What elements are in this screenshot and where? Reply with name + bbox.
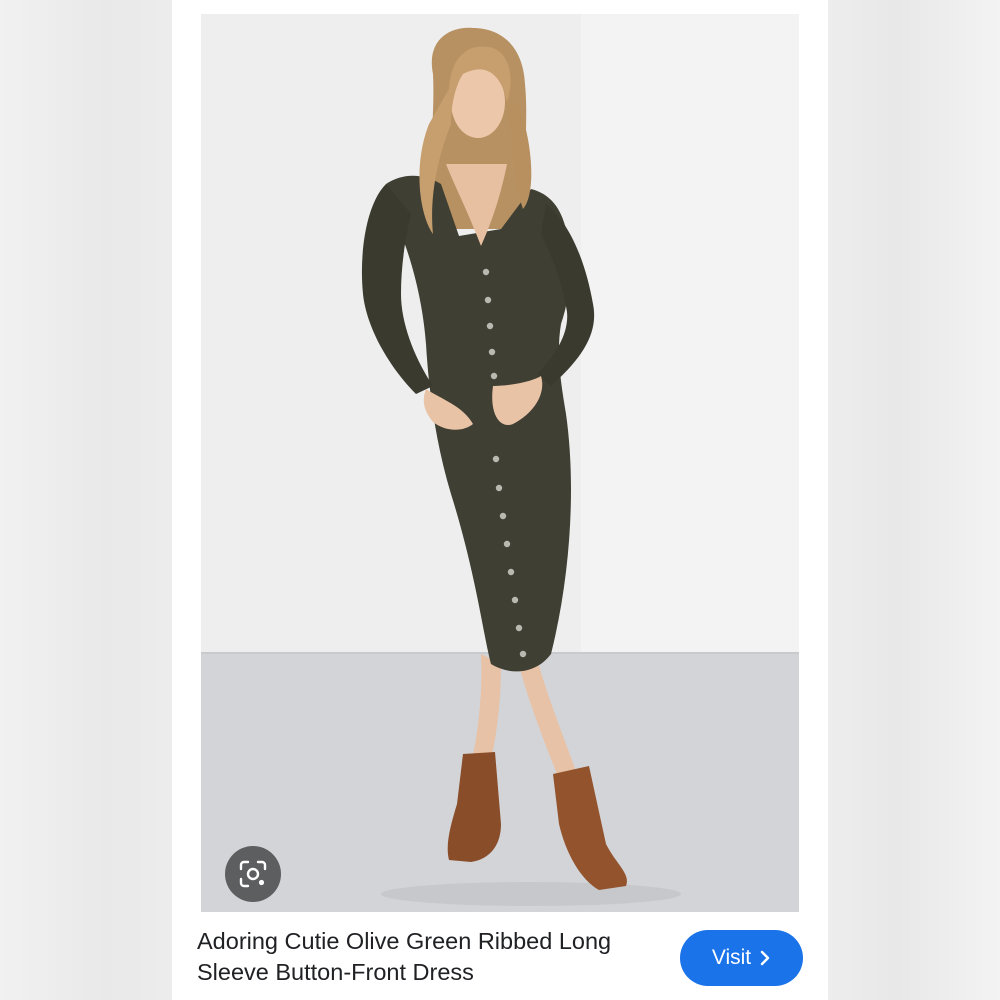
visual-search-button[interactable] xyxy=(225,846,281,902)
visit-label: Visit xyxy=(711,946,752,969)
image-preview-card: Adoring Cutie Olive Green Ribbed Long Sl… xyxy=(172,0,828,1000)
visual-search-icon xyxy=(239,860,267,888)
product-image[interactable] xyxy=(201,14,799,912)
product-title[interactable]: Adoring Cutie Olive Green Ribbed Long Sl… xyxy=(197,926,667,988)
blurred-backdrop-left xyxy=(0,0,172,1000)
visit-button[interactable]: Visit xyxy=(680,930,803,986)
chevron-right-icon xyxy=(759,950,771,966)
blurred-backdrop-right xyxy=(828,0,1000,1000)
